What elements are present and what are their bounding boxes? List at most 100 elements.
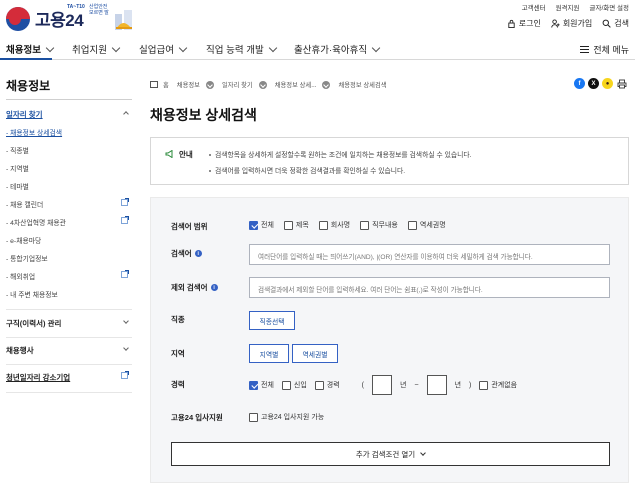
megaphone-icon [165,150,173,158]
chevron-down-icon [178,43,188,52]
search-icon [602,19,611,28]
sidebar-section-small-giants[interactable]: 청년일자리 강소기업 [6,371,132,383]
scope-options: 전체 제목 회사명 직무내용 역세권명 [249,220,446,230]
job-select-button[interactable]: 직종선택 [249,311,295,330]
checkbox[interactable] [283,220,293,230]
site-logo[interactable]: 고용24 TA~T10 산업안전 모르면 말 [6,4,132,31]
paren-open: ( [361,381,365,389]
breadcrumb-label: 채용정보 [176,82,200,89]
checkbox[interactable] [249,380,258,390]
sidebar-item-label: - 통합기업정보 [6,256,48,263]
range-separator: ~ [414,381,419,389]
external-link-icon [121,216,129,224]
checkbox[interactable] [318,220,328,230]
exclude-label: 제외 검색어 i [171,282,218,293]
gnb-item-employment-support[interactable]: 취업지원 [72,42,121,56]
breadcrumb-find-jobs[interactable]: 일자리 찾기 [222,80,267,89]
career-min-input[interactable] [372,375,393,395]
breadcrumb-jobs[interactable]: 채용정보 [177,80,214,89]
sidebar-item-label: - e-채용마당 [6,238,42,245]
x-twitter-icon[interactable]: X [588,78,599,89]
info-icon[interactable]: i [194,250,202,257]
career-experienced-checkbox[interactable]: 경력 [314,380,340,390]
login-button[interactable]: 로그인 [507,18,541,29]
gnb-item-parental-leave[interactable]: 출산휴가·육아휴직 [294,42,381,56]
region-by-station-button[interactable]: 역세권별 [292,344,338,363]
sidebar-divider [6,364,132,365]
sidebar-item-4th-industry[interactable]: - 4차산업혁명 채용관 [6,216,132,227]
sidebar-item-calendar[interactable]: - 채용 캘린더 [6,198,132,209]
util-display-settings[interactable]: 글자/화면 설정 [590,2,630,12]
facebook-icon[interactable]: f [574,78,585,89]
chevron-down-icon [123,318,129,324]
all-menu-label: 전체 메뉴 [593,45,629,55]
kakaotalk-icon[interactable]: ● [602,78,613,89]
keyword-input[interactable]: 여러단어를 입력하실 때는 띄어쓰기(AND), |(OR) 연산자를 이용하여… [249,244,610,265]
sidebar-item-label: - 채용정보 상세검색 [6,130,63,137]
gnb-item-jobs[interactable]: 채용정보 [6,42,55,56]
goyong-apply-checkbox[interactable]: 고용24 입사지원 가능 [249,412,324,422]
chevron-down-icon[interactable] [322,80,331,89]
career-new-checkbox[interactable]: 신입 [281,380,307,390]
info-icon[interactable]: i [210,284,218,291]
header: 고용24 TA~T10 산업안전 모르면 말 고객센터 원격지원 글자/화면 설… [0,0,635,38]
scope-all-checkbox[interactable]: 전체 [249,220,274,230]
chevron-down-icon[interactable] [205,80,214,89]
checkbox[interactable] [360,220,370,230]
checkbox[interactable] [479,380,489,390]
notice-line: 검색어를 입력하시면 더욱 정확한 검색결과를 확인하실 수 있습니다. [209,165,405,175]
signup-button[interactable]: 회원가입 [551,18,592,29]
region-by-area-button[interactable]: 지역별 [249,344,289,363]
scope-title-checkbox[interactable]: 제목 [283,220,309,230]
scope-company-checkbox[interactable]: 회사명 [318,220,350,230]
chevron-down-icon [371,43,381,52]
share-buttons: f X ● [574,78,627,89]
more-conditions-button[interactable]: 추가 검색조건 열기 [171,442,610,466]
more-conditions-label: 추가 검색조건 열기 [355,449,416,459]
checkbox[interactable] [249,412,258,422]
checkbox[interactable] [314,380,324,390]
sidebar-item-nearby[interactable]: - 내 주변 채용정보 [6,289,132,299]
global-nav: 채용정보 취업지원 실업급여 직업 능력 개발 출산휴가·육아휴직 전체 메뉴 [0,38,635,60]
all-menu-button[interactable]: 전체 메뉴 [580,43,629,56]
print-icon[interactable] [616,78,627,89]
util-customer-center[interactable]: 고객센터 [522,2,546,12]
checkbox[interactable] [407,220,417,230]
career-no-matter-checkbox[interactable]: 관계없음 [479,380,517,390]
sidebar-item-by-region[interactable]: - 지역별 [6,163,132,173]
sidebar-section-events[interactable]: 채용행사 [6,345,132,356]
gnb-item-skill-development[interactable]: 직업 능력 개발 [206,42,277,56]
exclude-input[interactable]: 검색결과에서 제외할 단어를 입력하세요. 여러 단어는 쉼표(,)로 작성이 … [249,277,610,298]
sidebar-item-e-recruit[interactable]: - e-채용마당 [6,235,132,245]
sidebar-title: 채용정보 [6,79,51,93]
gnb-label: 실업급여 [139,45,174,56]
scope-duty-checkbox[interactable]: 직무내용 [360,220,398,230]
promo-badge[interactable]: TA~T10 산업안전 모르면 말 [67,4,139,34]
notice-box: 안내 검색항목을 상세하게 설정할수록 원하는 조건에 일치하는 채용정보를 검… [150,137,629,185]
sidebar-item-detail-search[interactable]: - 채용정보 상세검색 [6,127,132,137]
sidebar-item-label: - 지역별 [6,166,29,173]
home-icon [150,81,158,88]
util-remote-support[interactable]: 원격지원 [556,2,580,12]
search-button[interactable]: 검색 [602,18,629,29]
chevron-down-icon[interactable] [258,80,267,89]
gnb-item-unemployment-benefits[interactable]: 실업급여 [139,42,188,56]
sidebar-item-company-info[interactable]: - 통합기업정보 [6,253,132,263]
career-max-input[interactable] [426,375,447,395]
notice-line: 검색항목을 상세하게 설정할수록 원하는 조건에 일치하는 채용정보를 검색하실… [209,149,472,159]
sidebar-item-overseas[interactable]: - 해외취업 [6,270,132,281]
sidebar-item-by-job[interactable]: - 직종별 [6,145,132,155]
checkbox[interactable] [281,380,291,390]
lock-icon [508,19,515,28]
gnb-label: 출산휴가·육아휴직 [294,45,368,56]
scope-station-checkbox[interactable]: 역세권명 [407,220,446,230]
career-all-checkbox[interactable]: 전체 [249,380,274,390]
taegeuk-icon [6,6,30,31]
breadcrumb-detail[interactable]: 채용정보 상세... [275,80,331,89]
sidebar-section-resume[interactable]: 구직(이력서) 관리 [6,318,132,329]
checkbox[interactable] [249,220,258,230]
breadcrumb: 홈 채용정보 일자리 찾기 채용정보 상세... 채용정보 상세검색 [150,80,395,89]
sidebar-section-find-jobs[interactable]: 일자리 찾기 [6,109,132,120]
breadcrumb-home[interactable]: 홈 [150,80,169,89]
sidebar-item-by-theme[interactable]: - 테마별 [6,181,132,191]
